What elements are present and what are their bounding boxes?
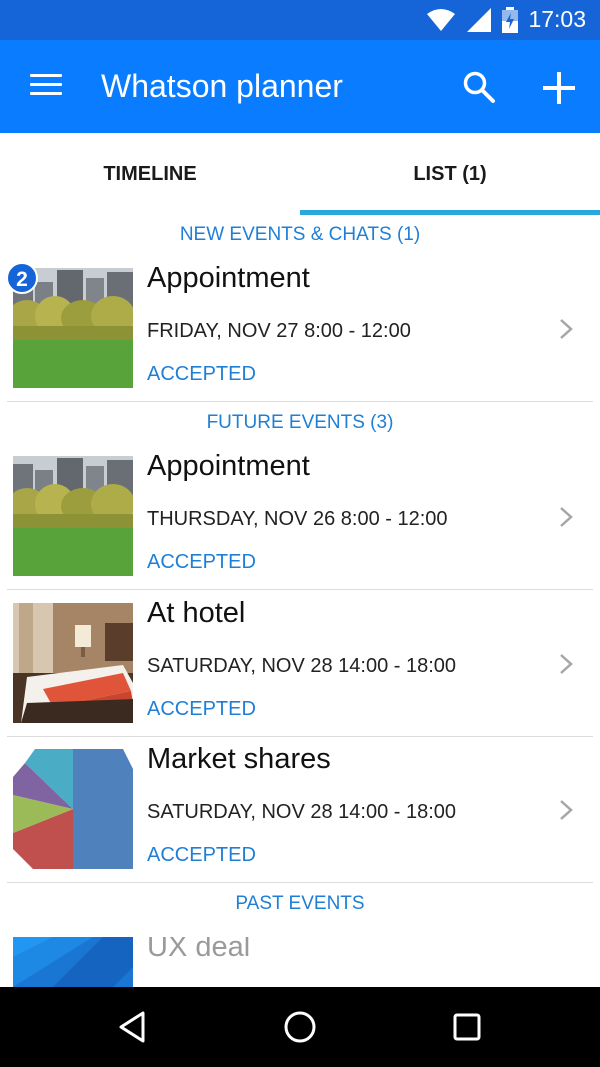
chevron-right-icon	[560, 654, 573, 674]
event-title: UX deal	[147, 937, 251, 963]
section-header-new: NEW EVENTS & CHATS (1)	[179, 224, 421, 245]
chevron-right-icon	[560, 507, 573, 527]
divider	[7, 882, 593, 883]
blue-abstract-thumbnail	[13, 937, 133, 987]
tab-indicator	[300, 210, 600, 215]
divider	[7, 401, 593, 402]
tab-bar: TIMELINE LIST (1)	[0, 133, 600, 215]
status-icons: 17:03	[426, 6, 586, 33]
chevron-right-icon	[560, 319, 573, 339]
wifi-icon	[427, 8, 456, 31]
back-icon[interactable]	[113, 1007, 153, 1047]
pie-chart-thumbnail	[13, 749, 133, 869]
divider	[7, 736, 593, 737]
recents-icon[interactable]	[447, 1007, 487, 1047]
app-bar: Whatson planner	[0, 40, 600, 133]
unread-badge: 2	[6, 262, 38, 294]
system-nav-bar	[0, 987, 600, 1067]
event-status: ACCEPTED	[147, 844, 256, 866]
hotel-room-thumbnail	[13, 603, 133, 723]
section-header-past: PAST EVENTS	[235, 893, 365, 914]
event-status: ACCEPTED	[147, 551, 256, 573]
chevron-right-icon	[560, 800, 573, 820]
status-bar: 17:03	[0, 0, 600, 40]
status-time: 17:03	[528, 6, 586, 32]
add-icon[interactable]	[541, 70, 577, 106]
home-icon[interactable]	[280, 1007, 320, 1047]
event-date: SATURDAY, NOV 28 14:00 - 18:00	[147, 655, 457, 677]
event-item[interactable]: UX deal	[0, 937, 600, 987]
park-thumbnail	[13, 456, 133, 576]
event-date: FRIDAY, NOV 27 8:00 - 12:00	[147, 320, 411, 342]
tab-list[interactable]: LIST (1)	[300, 133, 600, 215]
event-title: At hotel	[147, 597, 246, 629]
tab-timeline[interactable]: TIMELINE	[0, 133, 300, 215]
event-title: Appointment	[147, 450, 310, 482]
event-item[interactable]: Appointment THURSDAY, NOV 26 8:00 - 12:0…	[0, 450, 600, 603]
divider	[7, 589, 593, 590]
search-icon[interactable]	[462, 70, 496, 104]
event-title: Market shares	[147, 743, 331, 775]
event-status: ACCEPTED	[147, 698, 256, 720]
battery-icon	[502, 6, 519, 33]
event-status: ACCEPTED	[147, 363, 256, 385]
event-title: Appointment	[147, 262, 310, 294]
signal-icon	[467, 7, 492, 32]
event-item[interactable]: At hotel SATURDAY, NOV 28 14:00 - 18:00 …	[0, 597, 600, 750]
app-title: Whatson planner	[101, 68, 343, 104]
event-date: THURSDAY, NOV 26 8:00 - 12:00	[147, 508, 448, 530]
event-item[interactable]: Appointment FRIDAY, NOV 27 8:00 - 12:00 …	[0, 262, 600, 415]
menu-icon[interactable]	[30, 74, 62, 100]
section-header-future: FUTURE EVENTS (3)	[206, 412, 394, 433]
event-item[interactable]: Market shares SATURDAY, NOV 28 14:00 - 1…	[0, 743, 600, 896]
event-date: SATURDAY, NOV 28 14:00 - 18:00	[147, 801, 457, 823]
